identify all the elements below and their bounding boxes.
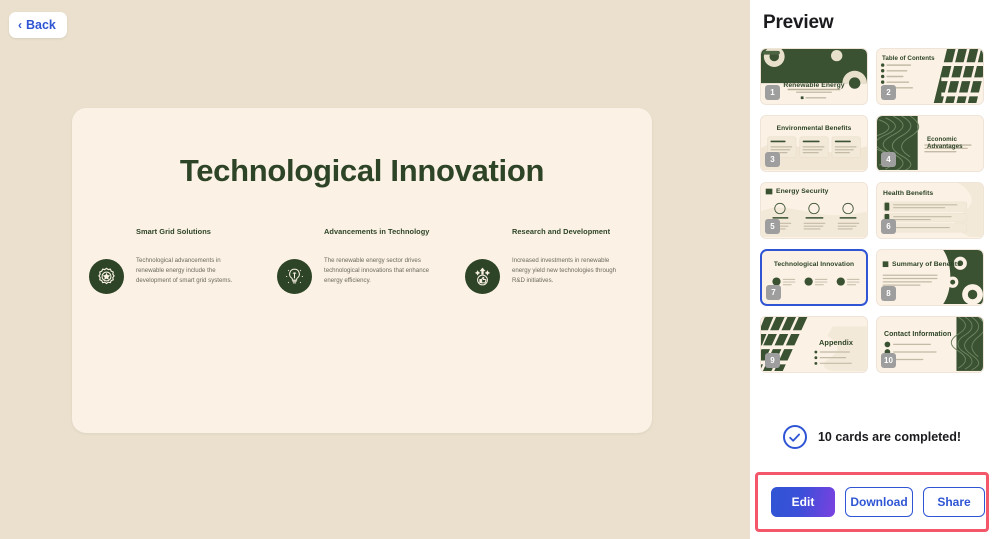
thumbnail-number: 10 xyxy=(881,353,896,368)
card-body: The renewable energy sector drives techn… xyxy=(324,257,430,285)
thumbnail-number: 7 xyxy=(766,285,781,300)
card-body: Increased investments in renewable energ… xyxy=(512,257,617,285)
card-body: Technological advancements in renewable … xyxy=(136,257,233,285)
card-text: Research and Development Increased inves… xyxy=(512,227,622,286)
thumbnail-title: Technological Innovation xyxy=(773,261,855,268)
thumbnail-title: Economic Advantages xyxy=(927,136,963,150)
edit-button[interactable]: Edit xyxy=(771,487,835,517)
thumbnail-number: 8 xyxy=(881,286,896,301)
back-button[interactable]: ‹ Back xyxy=(9,12,67,38)
thumbnail-slide-5[interactable]: Energy Security 5 xyxy=(760,182,868,239)
page-title: Preview xyxy=(763,12,834,33)
status-text: 10 cards are completed! xyxy=(817,430,962,444)
lightbulb-brain-icon xyxy=(277,259,312,294)
card-text: Advancements in Technology The renewable… xyxy=(324,227,434,286)
thumbnail-title: Energy Security xyxy=(776,188,829,195)
thumbnail-slide-4[interactable]: Economic Advantages 4 xyxy=(876,115,984,172)
action-bar: Edit Download Share xyxy=(758,475,986,529)
completion-status: 10 cards are completed! xyxy=(750,425,994,449)
slide-card: Smart Grid Solutions Technological advan… xyxy=(80,207,268,357)
share-button[interactable]: Share xyxy=(923,487,985,517)
thumbnail-grid: Renewable Energy 1 Table of Contents 2 E… xyxy=(760,48,984,373)
thumbnail-slide-10[interactable]: Contact Information 10 xyxy=(876,316,984,373)
thumbnail-title: Health Benefits xyxy=(883,190,934,197)
slide-canvas-area: ‹ Back Technological Innovation Smart Gr… xyxy=(0,0,750,539)
thumbnail-slide-8[interactable]: Summary of Benefits 8 xyxy=(876,249,984,306)
thumbnail-slide-2[interactable]: Table of Contents 2 xyxy=(876,48,984,105)
thumbnail-number: 2 xyxy=(881,85,896,100)
thumbnail-number: 1 xyxy=(765,85,780,100)
thumbs-up-arrow-icon xyxy=(465,259,500,294)
thumbnail-title: Environmental Benefits xyxy=(776,125,852,132)
thumbnail-slide-6[interactable]: Health Benefits 6 xyxy=(876,182,984,239)
slide-card: Research and Development Increased inves… xyxy=(456,207,644,357)
back-button-label: Back xyxy=(26,18,56,32)
thumbnail-number: 9 xyxy=(765,353,780,368)
card-heading: Smart Grid Solutions xyxy=(136,227,211,236)
slide-preview[interactable]: Technological Innovation Smart Grid Solu… xyxy=(72,108,652,433)
card-text: Smart Grid Solutions Technological advan… xyxy=(136,227,246,286)
thumbnail-number: 3 xyxy=(765,152,780,167)
card-heading: Research and Development xyxy=(512,227,611,236)
thumbnail-title: Summary of Benefits xyxy=(892,261,961,268)
thumbnail-title: Appendix xyxy=(819,338,854,347)
thumbnail-number: 5 xyxy=(765,219,780,234)
thumbnail-number: 4 xyxy=(881,152,896,167)
thumbnail-slide-9[interactable]: Appendix 9 xyxy=(760,316,868,373)
thumbnail-title: Contact Information xyxy=(884,331,952,338)
thumbnail-slide-3[interactable]: Environmental Benefits 3 xyxy=(760,115,868,172)
slide-title: Technological Innovation xyxy=(179,153,545,188)
action-bar-highlight: Edit Download Share xyxy=(755,472,989,532)
check-circle-icon xyxy=(782,425,807,449)
slide-cards-row: Smart Grid Solutions Technological advan… xyxy=(72,207,652,357)
chevron-left-icon: ‹ xyxy=(18,18,22,32)
download-button[interactable]: Download xyxy=(845,487,913,517)
slide-card: Advancements in Technology The renewable… xyxy=(268,207,456,357)
thumbnail-title: Table of Contents xyxy=(882,55,935,62)
thumbnail-slide-1[interactable]: Renewable Energy 1 xyxy=(760,48,868,105)
preview-panel: Preview Renewable Energy 1 Table of Cont… xyxy=(750,0,994,539)
gear-star-icon xyxy=(89,259,124,294)
card-heading: Advancements in Technology xyxy=(324,227,430,236)
thumbnail-number: 6 xyxy=(881,219,896,234)
thumbnail-slide-7[interactable]: Technological Innovation 7 xyxy=(760,249,868,306)
